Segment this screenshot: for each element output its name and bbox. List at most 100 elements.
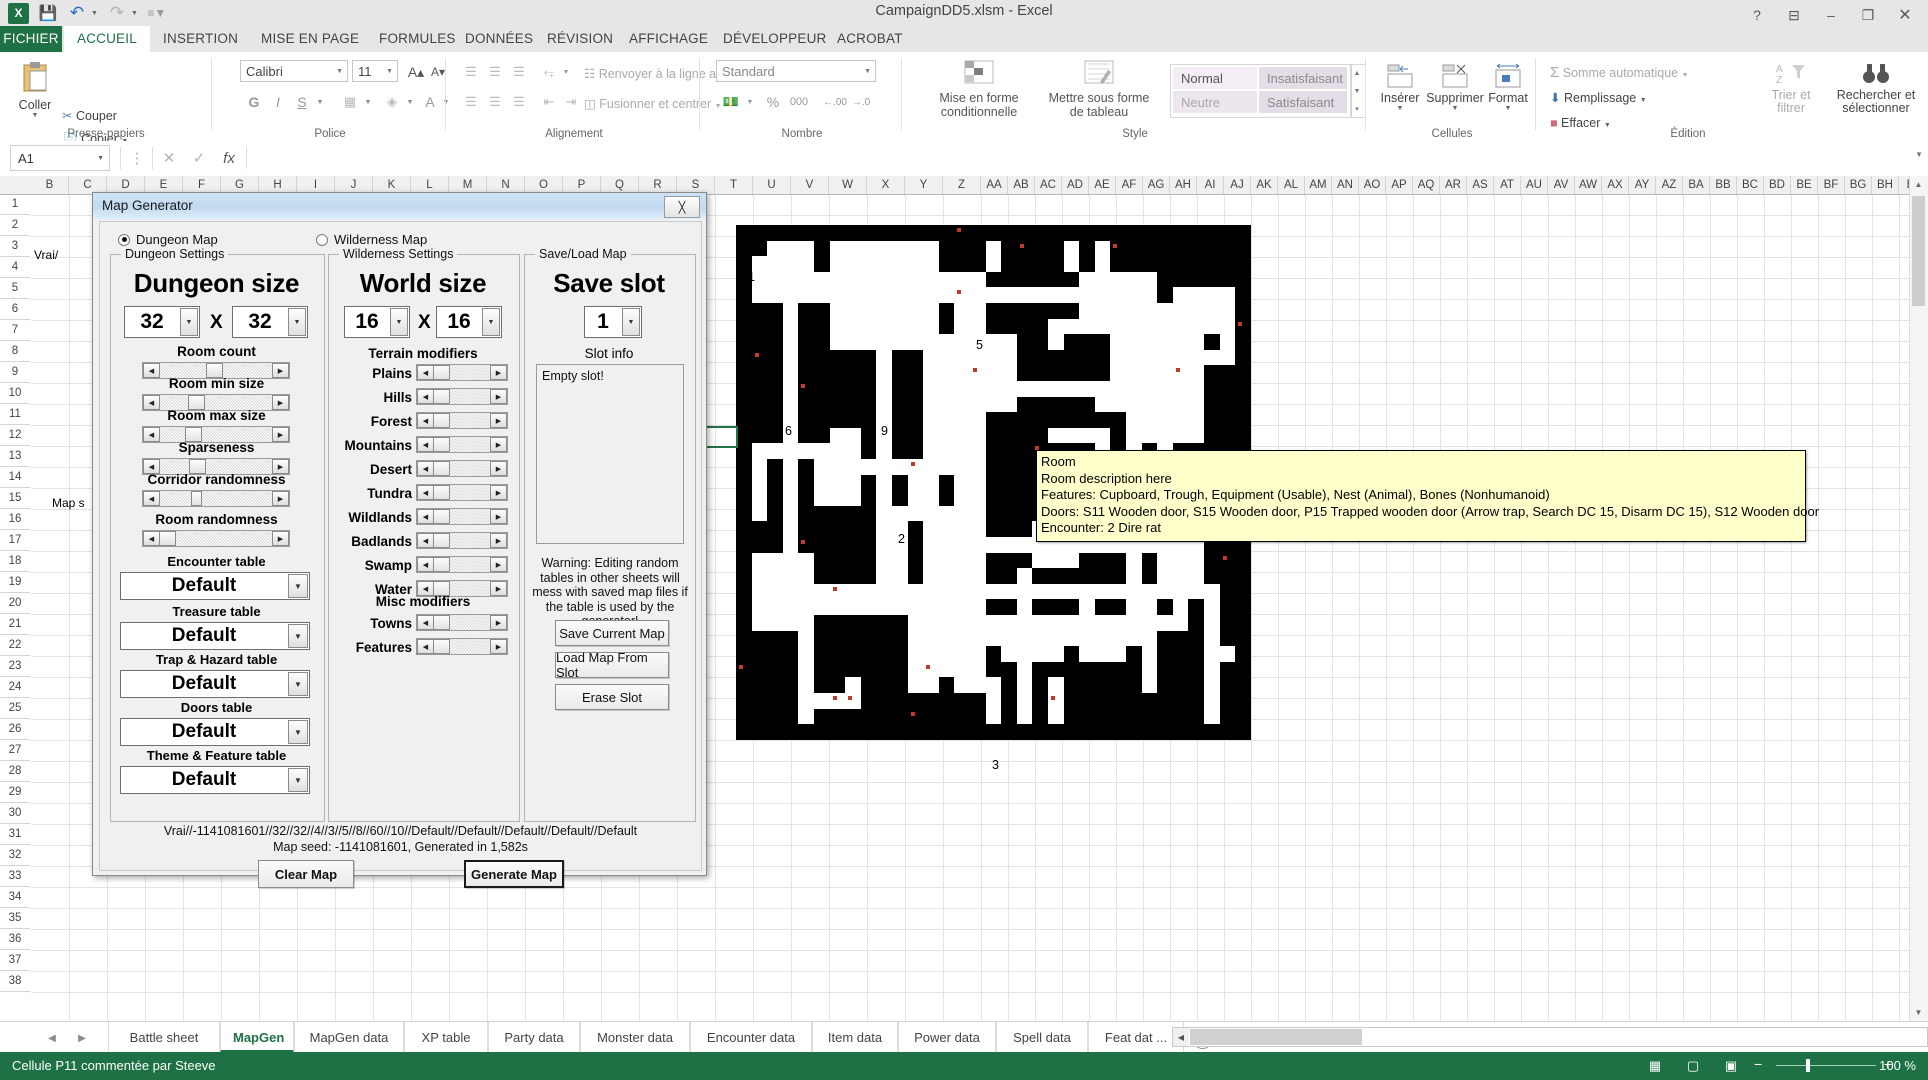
- zoom-slider-thumb[interactable]: [1806, 1059, 1810, 1072]
- map-generator-dialog[interactable]: Map Generator ╳ Dungeon Map Wilderness M…: [92, 192, 707, 888]
- column-header-ay[interactable]: AY: [1629, 176, 1656, 194]
- minimize-icon[interactable]: –: [1814, 2, 1848, 28]
- select-trap-hazard-table[interactable]: Default ▼: [120, 670, 310, 698]
- slider-thumb[interactable]: [433, 615, 450, 630]
- row-header-7[interactable]: 7: [0, 320, 30, 341]
- slider-right-arrow-icon[interactable]: ▶: [490, 533, 507, 548]
- prev-sheet-icon[interactable]: ◀: [42, 1030, 62, 1046]
- slider-right-arrow-icon[interactable]: ▶: [490, 557, 507, 572]
- slider-right-arrow-icon[interactable]: ▶: [490, 437, 507, 452]
- slider-left-arrow-icon[interactable]: ◀: [417, 461, 434, 476]
- next-sheet-icon[interactable]: ▶: [72, 1030, 92, 1046]
- scroll-up-icon[interactable]: ▲: [1351, 65, 1363, 81]
- row-header-37[interactable]: 37: [0, 950, 30, 971]
- page-layout-icon[interactable]: ▢: [1683, 1057, 1703, 1075]
- row-header-30[interactable]: 30: [0, 803, 30, 824]
- format-cells-button[interactable]: Format ▼: [1484, 63, 1532, 112]
- accounting-format-icon[interactable]: 💵: [718, 90, 744, 114]
- radio-wilderness-map[interactable]: Wilderness Map: [316, 232, 427, 247]
- cancel-icon[interactable]: ✕: [156, 145, 182, 171]
- page-break-preview-icon[interactable]: ▣: [1721, 1057, 1741, 1075]
- select-theme-feature-table[interactable]: Default ▼: [120, 766, 310, 794]
- column-header-ac[interactable]: AC: [1035, 176, 1062, 194]
- percent-style-button[interactable]: %: [760, 90, 786, 114]
- sheet-tab-spell-data[interactable]: Spell data: [996, 1022, 1088, 1053]
- slider-thumb[interactable]: [159, 531, 176, 546]
- slider-left-arrow-icon[interactable]: ◀: [417, 509, 434, 524]
- column-header-az[interactable]: AZ: [1656, 176, 1683, 194]
- scroll-more-icon[interactable]: ▾: [1351, 101, 1363, 117]
- column-header-al[interactable]: AL: [1278, 176, 1305, 194]
- slider-thumb[interactable]: [433, 557, 450, 572]
- terrain-slider-plains[interactable]: ◀ ▶: [416, 364, 508, 381]
- save-slot-dropdown-icon[interactable]: ▼: [622, 308, 640, 336]
- column-header-ak[interactable]: AK: [1251, 176, 1278, 194]
- tab-fichier[interactable]: FICHIER: [0, 26, 62, 52]
- column-header-ao[interactable]: AO: [1359, 176, 1386, 194]
- format-dropdown-icon[interactable]: ▼: [1484, 105, 1532, 112]
- column-header-x[interactable]: X: [867, 176, 905, 194]
- restore-icon[interactable]: ❐: [1851, 2, 1885, 28]
- generate-map-button[interactable]: Generate Map: [464, 860, 564, 888]
- sheet-tab-item-data[interactable]: Item data: [812, 1022, 898, 1053]
- zoom-slider-track[interactable]: [1776, 1065, 1876, 1066]
- row-header-19[interactable]: 19: [0, 572, 30, 593]
- italic-button[interactable]: I: [266, 90, 290, 114]
- dialog-close-button[interactable]: ╳: [664, 196, 700, 218]
- row-header-20[interactable]: 20: [0, 593, 30, 614]
- row-header-16[interactable]: 16: [0, 509, 30, 530]
- sheet-tab-mapgen-data[interactable]: MapGen data: [294, 1022, 404, 1053]
- terrain-slider-hills[interactable]: ◀ ▶: [416, 388, 508, 405]
- underline-button[interactable]: S: [290, 90, 314, 114]
- accounting-dropdown-icon[interactable]: ▼: [742, 90, 758, 114]
- column-header-ax[interactable]: AX: [1602, 176, 1629, 194]
- row-header-34[interactable]: 34: [0, 887, 30, 908]
- row-header-17[interactable]: 17: [0, 530, 30, 551]
- fill-color-icon[interactable]: ◈: [380, 90, 404, 114]
- slider-thumb[interactable]: [433, 639, 450, 654]
- chevron-down-icon[interactable]: ▼: [97, 155, 104, 162]
- terrain-slider-desert[interactable]: ◀ ▶: [416, 460, 508, 477]
- row-header-15[interactable]: 15: [0, 488, 30, 509]
- expand-formula-bar-icon[interactable]: ▼: [1915, 150, 1923, 159]
- slider-right-arrow-icon[interactable]: ▶: [490, 413, 507, 428]
- column-header-aa[interactable]: AA: [981, 176, 1008, 194]
- chevron-down-icon[interactable]: ▼: [288, 574, 308, 598]
- paste-button[interactable]: Coller ▼: [10, 60, 60, 119]
- autosum-dropdown-icon[interactable]: ▼: [1682, 72, 1689, 79]
- align-middle-icon[interactable]: ☰: [482, 60, 508, 84]
- row-header-23[interactable]: 23: [0, 656, 30, 677]
- slider-left-arrow-icon[interactable]: ◀: [417, 533, 434, 548]
- slider-left-arrow-icon[interactable]: ◀: [417, 615, 434, 630]
- slider-left-arrow-icon[interactable]: ◀: [143, 531, 160, 546]
- sheet-tab-encounter-data[interactable]: Encounter data: [690, 1022, 812, 1053]
- slider-right-arrow-icon[interactable]: ▶: [272, 491, 289, 506]
- vertical-scrollbar[interactable]: ▲ ▼: [1909, 176, 1928, 1021]
- row-header-32[interactable]: 32: [0, 845, 30, 866]
- row-header-6[interactable]: 6: [0, 299, 30, 320]
- align-center-icon[interactable]: ☰: [482, 90, 508, 114]
- close-icon[interactable]: ✕: [1888, 2, 1922, 28]
- scroll-up-icon[interactable]: ▲: [1910, 176, 1927, 193]
- column-header-ab[interactable]: AB: [1008, 176, 1035, 194]
- row-header-4[interactable]: 4: [0, 257, 30, 278]
- column-header-bc[interactable]: BC: [1737, 176, 1764, 194]
- column-header-aj[interactable]: AJ: [1224, 176, 1251, 194]
- align-right-icon[interactable]: ☰: [506, 90, 532, 114]
- world-height-spinner[interactable]: 16 ▼: [436, 306, 502, 338]
- tab-donnees[interactable]: DONNÉES: [452, 26, 546, 52]
- column-header-bb[interactable]: BB: [1710, 176, 1737, 194]
- row-header-13[interactable]: 13: [0, 446, 30, 467]
- slider-left-arrow-icon[interactable]: ◀: [417, 437, 434, 452]
- column-header-b[interactable]: B: [31, 176, 69, 194]
- tab-mise-en-page[interactable]: MISE EN PAGE: [248, 26, 372, 52]
- row-header-2[interactable]: 2: [0, 215, 30, 236]
- accept-icon[interactable]: ✓: [186, 145, 212, 171]
- row-header-18[interactable]: 18: [0, 551, 30, 572]
- world-height-dropdown-icon[interactable]: ▼: [482, 308, 500, 336]
- slider-thumb[interactable]: [433, 413, 450, 428]
- column-header-ad[interactable]: AD: [1062, 176, 1089, 194]
- column-header-at[interactable]: AT: [1494, 176, 1521, 194]
- fill-button[interactable]: ⬇ Remplissage ▼: [1550, 90, 1647, 105]
- tab-affichage[interactable]: AFFICHAGE: [616, 26, 721, 52]
